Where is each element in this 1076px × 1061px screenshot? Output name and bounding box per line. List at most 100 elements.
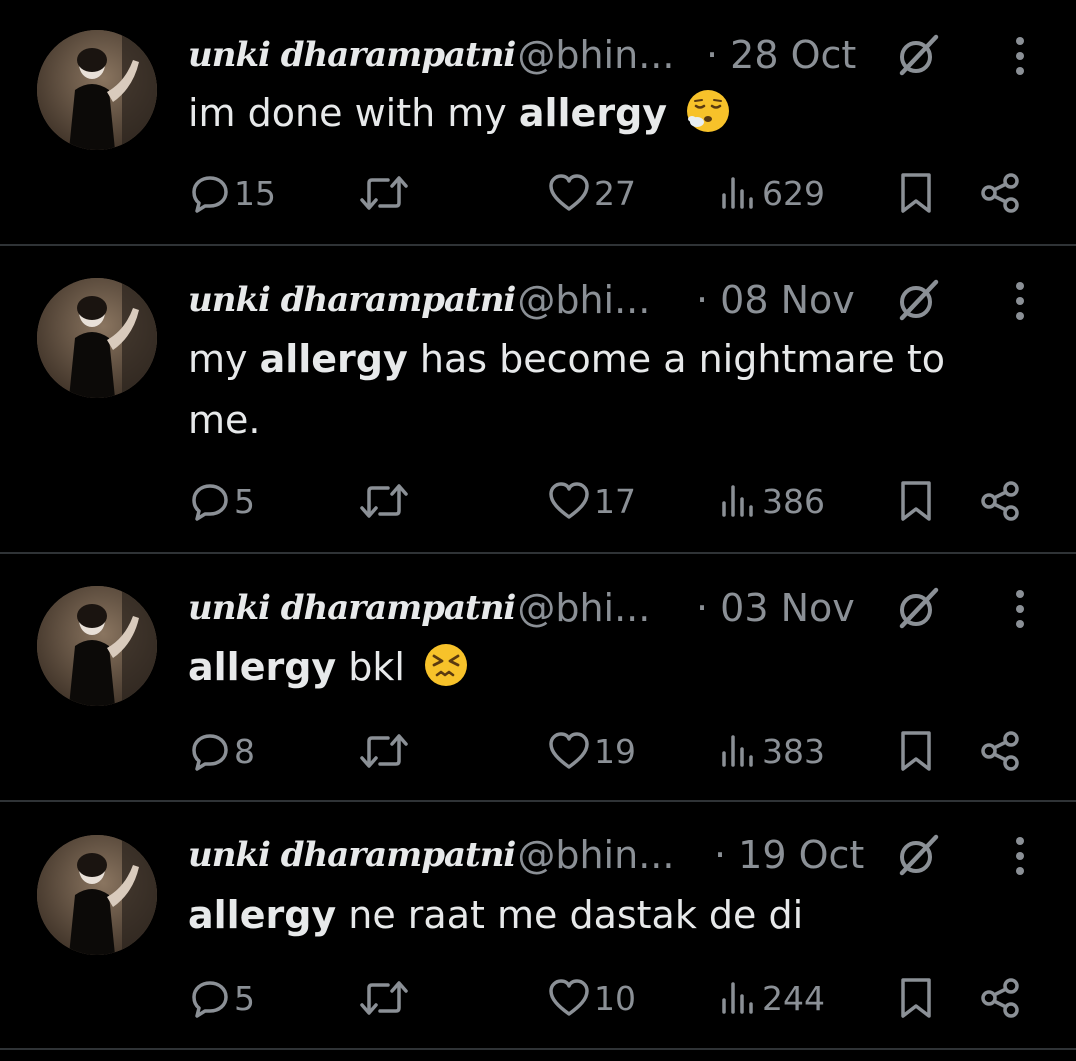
tweet-date[interactable]: · 28 Oct (706, 25, 856, 85)
retweet-button[interactable] (358, 726, 410, 776)
reply-count: 5 (234, 481, 255, 521)
views-icon (722, 485, 753, 517)
grok-icon[interactable] (896, 833, 940, 877)
user-handle[interactable]: @bhi... (517, 586, 650, 630)
persevering-face-emoji (425, 644, 468, 686)
user-handle[interactable]: @bhin... (517, 833, 674, 877)
retweet-button[interactable] (358, 168, 410, 218)
text-segment: bkl (336, 645, 418, 689)
more-vertical-icon[interactable] (1008, 588, 1032, 630)
retweet-icon (360, 484, 408, 518)
bookmark-icon (901, 481, 931, 521)
keyword-highlight: allergy (518, 91, 668, 135)
reply-count: 15 (234, 173, 276, 213)
avatar[interactable] (37, 586, 157, 706)
reply-icon (192, 734, 228, 771)
like-count: 10 (594, 978, 636, 1018)
display-name[interactable]: unki dharampatni (188, 588, 516, 628)
like-button[interactable]: 27 (548, 168, 636, 218)
views-icon (722, 982, 753, 1014)
views-button[interactable]: 244 (718, 973, 825, 1023)
reply-button[interactable]: 8 (190, 726, 255, 776)
heart-icon (549, 174, 589, 211)
heart-icon (549, 732, 589, 769)
share-icon (981, 978, 1019, 1018)
grok-icon[interactable] (896, 33, 940, 77)
exhaling-face-emoji (687, 90, 730, 132)
bookmark-icon (901, 173, 931, 213)
tweet-actions: 5 17 386 (0, 476, 1076, 526)
like-button[interactable]: 17 (548, 476, 636, 526)
user-handle[interactable]: @bhi... (517, 278, 650, 322)
share-button[interactable] (978, 726, 1022, 776)
tweet-date[interactable]: · 08 Nov (696, 270, 855, 330)
views-icon (722, 735, 753, 767)
divider (0, 1048, 1076, 1050)
like-button[interactable]: 10 (548, 973, 636, 1023)
like-count: 27 (594, 173, 636, 213)
divider (0, 552, 1076, 554)
reply-button[interactable]: 15 (190, 168, 276, 218)
bookmark-button[interactable] (896, 168, 936, 218)
reply-icon (192, 176, 228, 213)
like-button[interactable]: 19 (548, 726, 636, 776)
like-count: 17 (594, 481, 636, 521)
tweet-text: allergy ne raat me dastak de di (188, 885, 1018, 946)
reply-count: 5 (234, 978, 255, 1018)
more-vertical-icon[interactable] (1008, 280, 1032, 322)
tweet-text: my allergy has become a nightmare to me. (188, 329, 1018, 451)
tweet-actions: 8 19 383 (0, 726, 1076, 776)
views-button[interactable]: 383 (718, 726, 825, 776)
text-segment: im done with my (188, 91, 519, 135)
display-name[interactable]: unki dharampatni (188, 35, 516, 75)
grok-icon[interactable] (896, 586, 940, 630)
divider (0, 800, 1076, 802)
heart-icon (549, 482, 589, 519)
tweet-date[interactable]: · 03 Nov (696, 578, 855, 638)
retweet-icon (360, 734, 408, 768)
tweet-text: allergy bkl (188, 637, 1018, 698)
reply-button[interactable]: 5 (190, 476, 255, 526)
grok-icon[interactable] (896, 278, 940, 322)
share-button[interactable] (978, 476, 1022, 526)
bookmark-button[interactable] (896, 973, 936, 1023)
retweet-button[interactable] (358, 973, 410, 1023)
retweet-icon (360, 176, 408, 210)
views-button[interactable]: 629 (718, 168, 825, 218)
text-segment: my (188, 337, 260, 381)
reply-button[interactable]: 5 (190, 973, 255, 1023)
retweet-button[interactable] (358, 476, 410, 526)
more-vertical-icon[interactable] (1008, 835, 1032, 877)
share-button[interactable] (978, 168, 1022, 218)
text-segment: ne raat me dastak de di (336, 893, 804, 937)
heart-icon (549, 979, 589, 1016)
views-button[interactable]: 386 (718, 476, 825, 526)
reply-icon (192, 981, 228, 1018)
user-handle[interactable]: @bhin... (517, 33, 674, 77)
bookmark-button[interactable] (896, 476, 936, 526)
share-icon (981, 173, 1019, 213)
more-vertical-icon[interactable] (1008, 35, 1032, 77)
view-count: 383 (762, 731, 825, 771)
keyword-highlight: allergy (188, 893, 337, 937)
reply-count: 8 (234, 731, 255, 771)
avatar[interactable] (37, 278, 157, 398)
share-icon (981, 731, 1019, 771)
view-count: 386 (762, 481, 825, 521)
keyword-highlight: allergy (259, 337, 408, 381)
bookmark-icon (901, 731, 931, 771)
display-name[interactable]: unki dharampatni (188, 835, 516, 875)
retweet-icon (360, 981, 408, 1015)
display-name[interactable]: unki dharampatni (188, 280, 516, 320)
avatar[interactable] (37, 30, 157, 150)
tweet-actions: 15 27 629 (0, 168, 1076, 218)
bookmark-icon (901, 978, 931, 1018)
reply-icon (192, 484, 228, 521)
share-icon (981, 481, 1019, 521)
bookmark-button[interactable] (896, 726, 936, 776)
tweet-date[interactable]: · 19 Oct (714, 825, 864, 885)
like-count: 19 (594, 731, 636, 771)
avatar[interactable] (37, 835, 157, 955)
share-button[interactable] (978, 973, 1022, 1023)
tweet-text: im done with my allergy (188, 83, 1018, 144)
